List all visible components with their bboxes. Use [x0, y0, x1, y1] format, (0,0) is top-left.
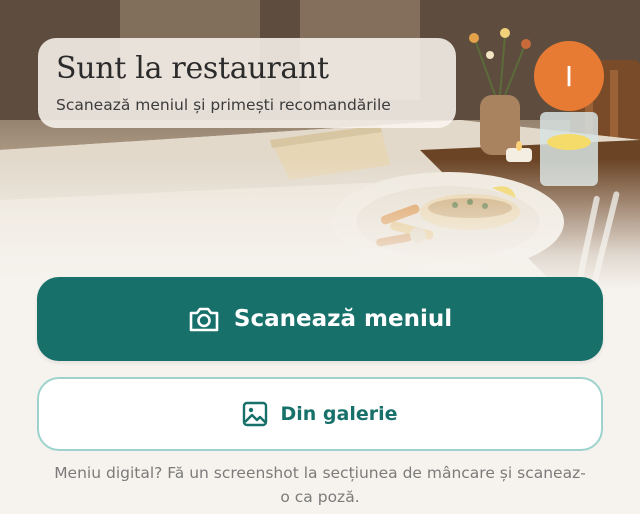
gallery-label: Din galerie — [280, 403, 398, 425]
user-avatar[interactable]: I — [534, 41, 604, 111]
gallery-button[interactable]: Din galerie — [37, 377, 603, 451]
page-subtitle: Scanează meniul și primești recomandăril… — [56, 96, 391, 114]
image-icon — [242, 401, 268, 427]
title-card: Sunt la restaurant Scanează meniul și pr… — [38, 38, 456, 128]
digital-menu-hint: Meniu digital? Fă un screenshot la secți… — [54, 464, 586, 506]
camera-icon — [188, 305, 220, 333]
page-title: Sunt la restaurant — [56, 51, 329, 86]
scan-menu-label: Scanează meniul — [233, 306, 453, 332]
scan-menu-button[interactable]: Scanează meniul — [37, 277, 603, 361]
